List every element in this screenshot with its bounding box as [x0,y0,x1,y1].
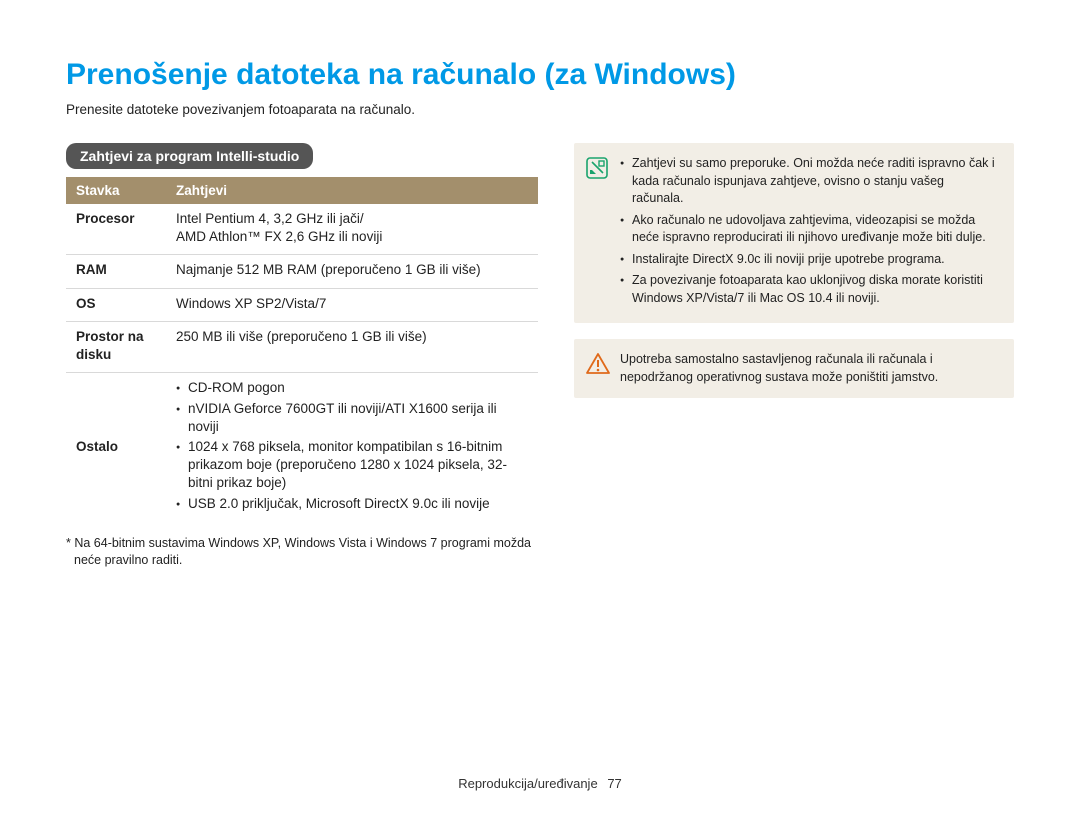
ostalo-item: 1024 x 768 piksela, monitor kompatibilan… [176,438,528,493]
row-value-ostalo: CD-ROM pogon nVIDIA Geforce 7600GT ili n… [166,373,538,523]
info-note-item: Za povezivanje fotoaparata kao uklonjivo… [620,272,998,307]
warning-text: Upotreba samostalno sastavljenog računal… [620,351,998,386]
ostalo-item: USB 2.0 priključak, Microsoft DirectX 9.… [176,495,528,513]
row-value-os: Windows XP SP2/Vista/7 [166,288,538,321]
row-label-ostalo: Ostalo [66,373,166,523]
section-heading: Zahtjevi za program Intelli-studio [66,143,313,169]
left-column: Zahtjevi za program Intelli-studio Stavk… [66,143,538,569]
ostalo-item: CD-ROM pogon [176,379,528,397]
footer-page-number: 77 [607,776,621,791]
row-value-ram: Najmanje 512 MB RAM (preporučeno 1 GB il… [166,255,538,288]
row-value-disk: 250 MB ili više (preporučeno 1 GB ili vi… [166,321,538,372]
procesor-line1: Intel Pentium 4, 3,2 GHz ili jači/ [176,211,364,226]
info-note: Zahtjevi su samo preporuke. Oni možda ne… [574,143,1014,323]
row-label-ram: RAM [66,255,166,288]
footer-section: Reprodukcija/uređivanje [458,776,597,791]
note-icon [586,155,610,311]
row-label-disk: Prostor na disku [66,321,166,372]
info-note-item: Ako računalo ne udovoljava zahtjevima, v… [620,212,998,247]
info-note-item: Instalirajte DirectX 9.0c ili noviji pri… [620,251,998,269]
info-note-item: Zahtjevi su samo preporuke. Oni možda ne… [620,155,998,208]
intro-text: Prenesite datoteke povezivanjem fotoapar… [66,102,1014,117]
requirements-table: Stavka Zahtjevi Procesor Intel Pentium 4… [66,177,538,523]
row-value-procesor: Intel Pentium 4, 3,2 GHz ili jači/ AMD A… [166,204,538,255]
page-title: Prenošenje datoteka na računalo (za Wind… [66,58,1014,92]
footnote: * Na 64-bitnim sustavima Windows XP, Win… [66,535,538,569]
ostalo-item: nVIDIA Geforce 7600GT ili noviji/ATI X16… [176,400,528,436]
warning-icon [586,351,610,386]
right-column: Zahtjevi su samo preporuke. Oni možda ne… [574,143,1014,569]
row-label-os: OS [66,288,166,321]
procesor-line2: AMD Athlon™ FX 2,6 GHz ili noviji [176,229,382,244]
warning-note: Upotreba samostalno sastavljenog računal… [574,339,1014,398]
table-header-stavka: Stavka [66,177,166,204]
page-footer: Reprodukcija/uređivanje 77 [0,776,1080,791]
table-header-zahtjevi: Zahtjevi [166,177,538,204]
row-label-procesor: Procesor [66,204,166,255]
